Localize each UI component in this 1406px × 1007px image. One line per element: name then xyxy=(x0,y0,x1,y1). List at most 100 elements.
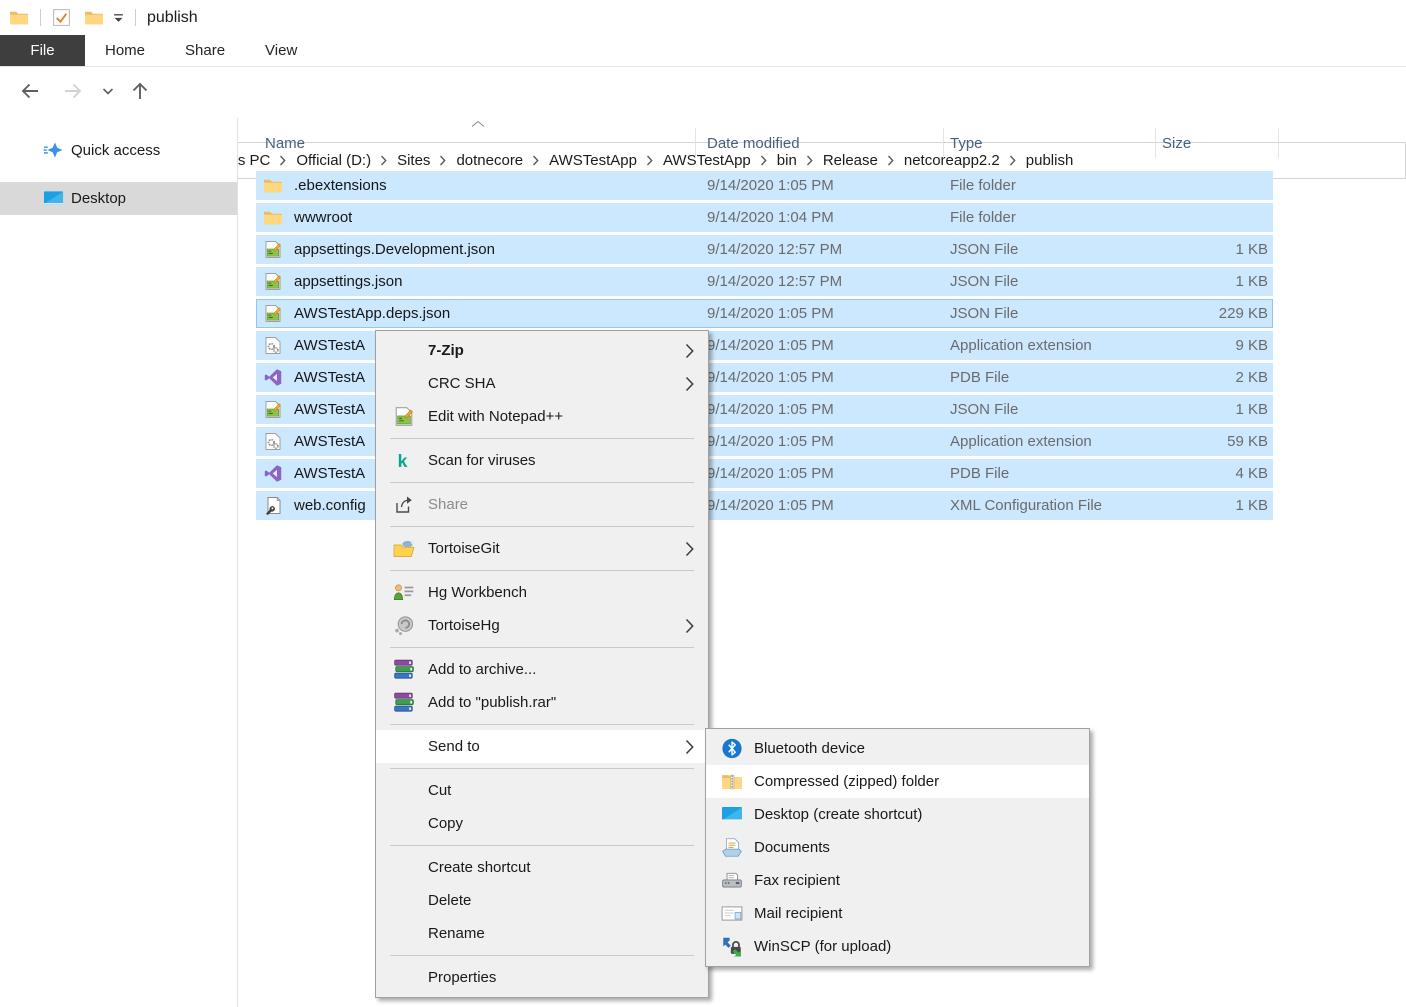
column-divider[interactable] xyxy=(943,128,944,158)
table-row[interactable]: wwwroot9/14/2020 1:04 PMFile folder xyxy=(256,203,1273,232)
file-type-cell: Application extension xyxy=(943,337,1155,354)
menu-item-properties[interactable]: Properties xyxy=(376,961,708,994)
menu-item-desktop-create-shortcut[interactable]: Desktop (create shortcut) xyxy=(706,798,1089,831)
menu-item-add-to-publish-rar[interactable]: Add to "publish.rar" xyxy=(376,686,708,719)
submenu-arrow-icon xyxy=(685,739,695,755)
menu-item-label: TortoiseGit xyxy=(428,540,500,557)
column-header-row: Name Date modified Type Size xyxy=(256,118,1406,171)
navigation-pane: Quick access Desktop xyxy=(0,118,238,1007)
forward-button[interactable] xyxy=(61,79,85,103)
menu-item-label: Mail recipient xyxy=(754,905,842,922)
menu-item-edit-with-notepad[interactable]: Edit with Notepad++ xyxy=(376,400,708,433)
tab-file[interactable]: File xyxy=(0,35,85,66)
menu-item-documents[interactable]: Documents xyxy=(706,831,1089,864)
menu-item-bluetooth-device[interactable]: Bluetooth device xyxy=(706,732,1089,765)
zip-folder-icon xyxy=(721,771,743,792)
svg-text:k: k xyxy=(398,451,408,471)
table-row[interactable]: appsettings.json9/14/2020 12:57 PMJSON F… xyxy=(256,267,1273,296)
column-divider[interactable] xyxy=(695,128,696,158)
menu-item-create-shortcut[interactable]: Create shortcut xyxy=(376,851,708,884)
menu-item-label: Fax recipient xyxy=(754,872,840,889)
table-row[interactable]: appsettings.Development.json9/14/2020 12… xyxy=(256,235,1273,264)
menu-item-label: Hg Workbench xyxy=(428,584,527,601)
menu-item-winscp-for-upload[interactable]: WinSCP (for upload) xyxy=(706,930,1089,963)
menu-item-rename[interactable]: Rename xyxy=(376,917,708,950)
file-type-cell: PDB File xyxy=(943,369,1155,386)
menu-item-crc-sha[interactable]: CRC SHA xyxy=(376,367,708,400)
menu-item-label: Add to archive... xyxy=(428,661,536,678)
menu-item-label: Rename xyxy=(428,925,485,942)
tab-home[interactable]: Home xyxy=(85,35,165,66)
menu-item-icon-slot xyxy=(393,780,415,801)
column-header-size[interactable]: Size xyxy=(1162,135,1191,152)
menu-item-label: WinSCP (for upload) xyxy=(754,938,891,955)
file-name: web.config xyxy=(294,497,366,514)
file-date-cell: 9/14/2020 12:57 PM xyxy=(695,273,943,290)
menu-item-hg-workbench[interactable]: Hg Workbench xyxy=(376,576,708,609)
dll-file-icon xyxy=(263,336,283,355)
menu-item-share[interactable]: Share xyxy=(376,488,708,521)
json-file-icon xyxy=(263,240,283,259)
menu-separator xyxy=(390,570,694,571)
file-date-cell: 9/14/2020 1:05 PM xyxy=(695,497,943,514)
menu-item-7-zip[interactable]: 7-Zip xyxy=(376,334,708,367)
back-button[interactable] xyxy=(18,79,42,103)
menu-item-tortoisegit[interactable]: TortoiseGit xyxy=(376,532,708,565)
properties-qat-icon[interactable] xyxy=(52,8,71,27)
submenu-arrow-icon xyxy=(685,376,695,392)
file-name: appsettings.Development.json xyxy=(294,241,495,258)
sidebar-item-desktop[interactable]: Desktop xyxy=(0,182,237,215)
column-divider[interactable] xyxy=(1278,128,1279,158)
file-name: AWSTestA xyxy=(294,401,365,418)
new-folder-qat-icon[interactable] xyxy=(84,9,104,26)
file-date-cell: 9/14/2020 1:05 PM xyxy=(695,337,943,354)
menu-separator xyxy=(390,438,694,439)
winrar-icon xyxy=(393,692,415,713)
column-header-type[interactable]: Type xyxy=(950,135,983,152)
menu-item-mail-recipient[interactable]: Mail recipient xyxy=(706,897,1089,930)
sidebar-item-label: Quick access xyxy=(71,142,160,159)
menu-item-tortoisehg[interactable]: TortoiseHg xyxy=(376,609,708,642)
menu-item-label: Desktop (create shortcut) xyxy=(754,806,922,823)
folder-icon xyxy=(263,176,283,195)
qat-customize-dropdown-icon[interactable] xyxy=(113,13,124,23)
tab-share[interactable]: Share xyxy=(165,35,245,66)
file-date-cell: 9/14/2020 1:05 PM xyxy=(695,465,943,482)
menu-item-add-to-archive[interactable]: Add to archive... xyxy=(376,653,708,686)
sidebar-item-quick-access[interactable]: Quick access xyxy=(0,134,237,167)
menu-item-icon-slot xyxy=(393,736,415,757)
window-title: publish xyxy=(147,9,198,27)
pdb-file-icon xyxy=(263,464,283,483)
mail-icon xyxy=(721,903,743,924)
file-type-cell: XML Configuration File xyxy=(943,497,1155,514)
sidebar-item-label: Desktop xyxy=(71,190,126,207)
menu-separator xyxy=(390,482,694,483)
menu-item-label: TortoiseHg xyxy=(428,617,500,634)
file-name-cell: AWSTestApp.deps.json xyxy=(256,304,695,323)
table-row[interactable]: .ebextensions9/14/2020 1:05 PMFile folde… xyxy=(256,171,1273,200)
recent-locations-button[interactable] xyxy=(101,86,114,96)
column-divider[interactable] xyxy=(1155,128,1156,158)
menu-item-label: Edit with Notepad++ xyxy=(428,408,563,425)
menu-item-compressed-zipped-folder[interactable]: Compressed (zipped) folder xyxy=(706,765,1089,798)
menu-item-copy[interactable]: Copy xyxy=(376,807,708,840)
column-header-name[interactable]: Name xyxy=(265,135,305,152)
menu-item-cut[interactable]: Cut xyxy=(376,774,708,807)
up-button[interactable] xyxy=(128,79,152,103)
file-name: AWSTestA xyxy=(294,465,365,482)
file-name-cell: .ebextensions xyxy=(256,176,695,195)
menu-item-fax-recipient[interactable]: Fax recipient xyxy=(706,864,1089,897)
tab-view[interactable]: View xyxy=(245,35,317,66)
menu-item-label: Documents xyxy=(754,839,830,856)
menu-item-scan-for-viruses[interactable]: kScan for viruses xyxy=(376,444,708,477)
column-header-date-modified[interactable]: Date modified xyxy=(707,135,800,152)
menu-item-delete[interactable]: Delete xyxy=(376,884,708,917)
desktop-icon xyxy=(43,189,64,208)
chevron-down-icon xyxy=(102,87,114,96)
file-size-cell: 1 KB xyxy=(1155,273,1273,290)
json-file-icon xyxy=(263,304,283,323)
menu-item-send-to[interactable]: Send to xyxy=(376,730,708,763)
file-size-cell: 9 KB xyxy=(1155,337,1273,354)
table-row[interactable]: AWSTestApp.deps.json9/14/2020 1:05 PMJSO… xyxy=(256,299,1273,328)
menu-item-icon-slot xyxy=(393,340,415,361)
